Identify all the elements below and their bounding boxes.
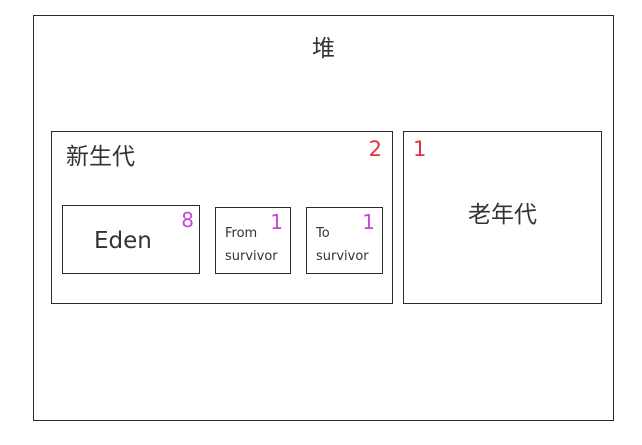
old-generation-region: 1 老年代 [403, 131, 602, 304]
heap-region: 堆 新生代 2 Eden 8 From survivor 1 To surviv… [33, 15, 614, 421]
heap-title: 堆 [312, 36, 335, 62]
to-survivor-ratio: 1 [362, 210, 375, 234]
to-survivor-label: To survivor [316, 223, 369, 269]
young-generation-ratio: 2 [368, 137, 382, 161]
to-survivor-label-line2: survivor [316, 248, 369, 264]
to-survivor-region: To survivor 1 [306, 207, 383, 274]
young-generation-region: 新生代 2 Eden 8 From survivor 1 To survivor… [51, 131, 393, 304]
from-survivor-ratio: 1 [270, 210, 283, 234]
eden-title: Eden [94, 228, 152, 254]
from-survivor-label-line2: survivor [225, 248, 278, 264]
old-generation-ratio: 1 [413, 137, 427, 161]
eden-region: Eden 8 [62, 205, 200, 274]
to-survivor-label-line1: To [316, 226, 330, 241]
from-survivor-label-line1: From [225, 226, 258, 241]
young-generation-title: 新生代 [66, 144, 135, 170]
eden-ratio: 8 [181, 208, 194, 232]
old-generation-title: 老年代 [468, 202, 537, 228]
from-survivor-region: From survivor 1 [215, 207, 291, 274]
